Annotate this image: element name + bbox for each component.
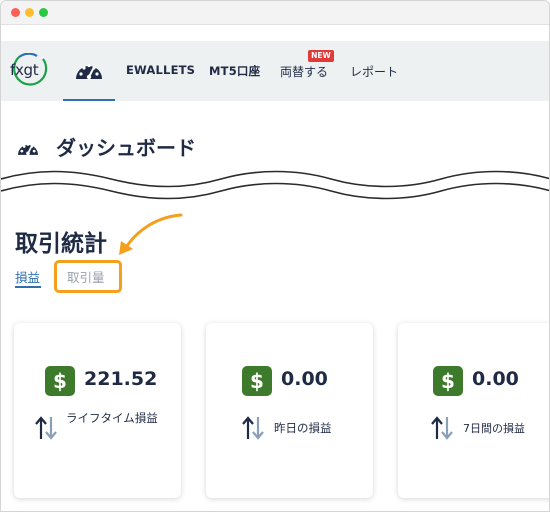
trade-stats-title: 取引統計 — [15, 231, 107, 257]
pointer-arrow-icon — [119, 213, 183, 255]
browser-window: fxgt EWALLETS MT5口座 両替する NEW レポート ダッシュボー… — [0, 0, 550, 512]
tab-profit-loss[interactable]: 損益 — [15, 267, 40, 286]
stat-value: 0.00 — [281, 368, 328, 390]
window-titlebar — [1, 1, 549, 25]
stat-value: 221.52 — [84, 368, 158, 390]
nav-ewallets[interactable]: EWALLETS — [126, 63, 195, 77]
logo-text: fxgt — [10, 61, 39, 79]
page-title: ダッシュボード — [56, 136, 196, 160]
stat-label: 昨日の損益 — [274, 421, 332, 435]
nav-exchange[interactable]: 両替する — [280, 63, 328, 80]
stat-card-lifetime: $ 221.52 ライフタイム損益 — [14, 323, 181, 498]
nav-mt5-accounts[interactable]: MT5口座 — [209, 63, 260, 79]
stat-card-yesterday: $ 0.00 昨日の損益 — [206, 323, 373, 498]
close-window-button[interactable] — [11, 8, 20, 17]
maximize-window-button[interactable] — [39, 8, 48, 17]
new-badge: NEW — [308, 50, 334, 62]
stat-label: ライフタイム損益 — [66, 411, 158, 425]
nav-dashboard[interactable] — [63, 41, 115, 101]
up-down-arrows-icon — [35, 416, 57, 440]
stat-card-7days: $ 0.00 7日間の損益 — [398, 323, 549, 498]
speedometer-icon — [76, 63, 102, 80]
active-tab-underline — [15, 286, 41, 288]
nav-reports[interactable]: レポート — [350, 63, 398, 80]
dollar-icon: $ — [45, 366, 75, 396]
speedometer-icon — [18, 143, 38, 156]
stat-label: 7日間の損益 — [463, 422, 525, 435]
tab-trade-volume[interactable]: 取引量 — [67, 267, 105, 286]
up-down-arrows-icon — [242, 416, 264, 440]
wavy-divider — [1, 170, 549, 200]
active-nav-underline — [63, 99, 115, 101]
minimize-window-button[interactable] — [25, 8, 34, 17]
top-navbar: fxgt EWALLETS MT5口座 両替する NEW レポート — [1, 41, 549, 101]
stat-value: 0.00 — [472, 368, 519, 390]
dollar-icon: $ — [433, 366, 463, 396]
dollar-icon: $ — [242, 366, 272, 396]
up-down-arrows-icon — [431, 416, 453, 440]
fxgt-logo[interactable]: fxgt — [7, 53, 51, 89]
